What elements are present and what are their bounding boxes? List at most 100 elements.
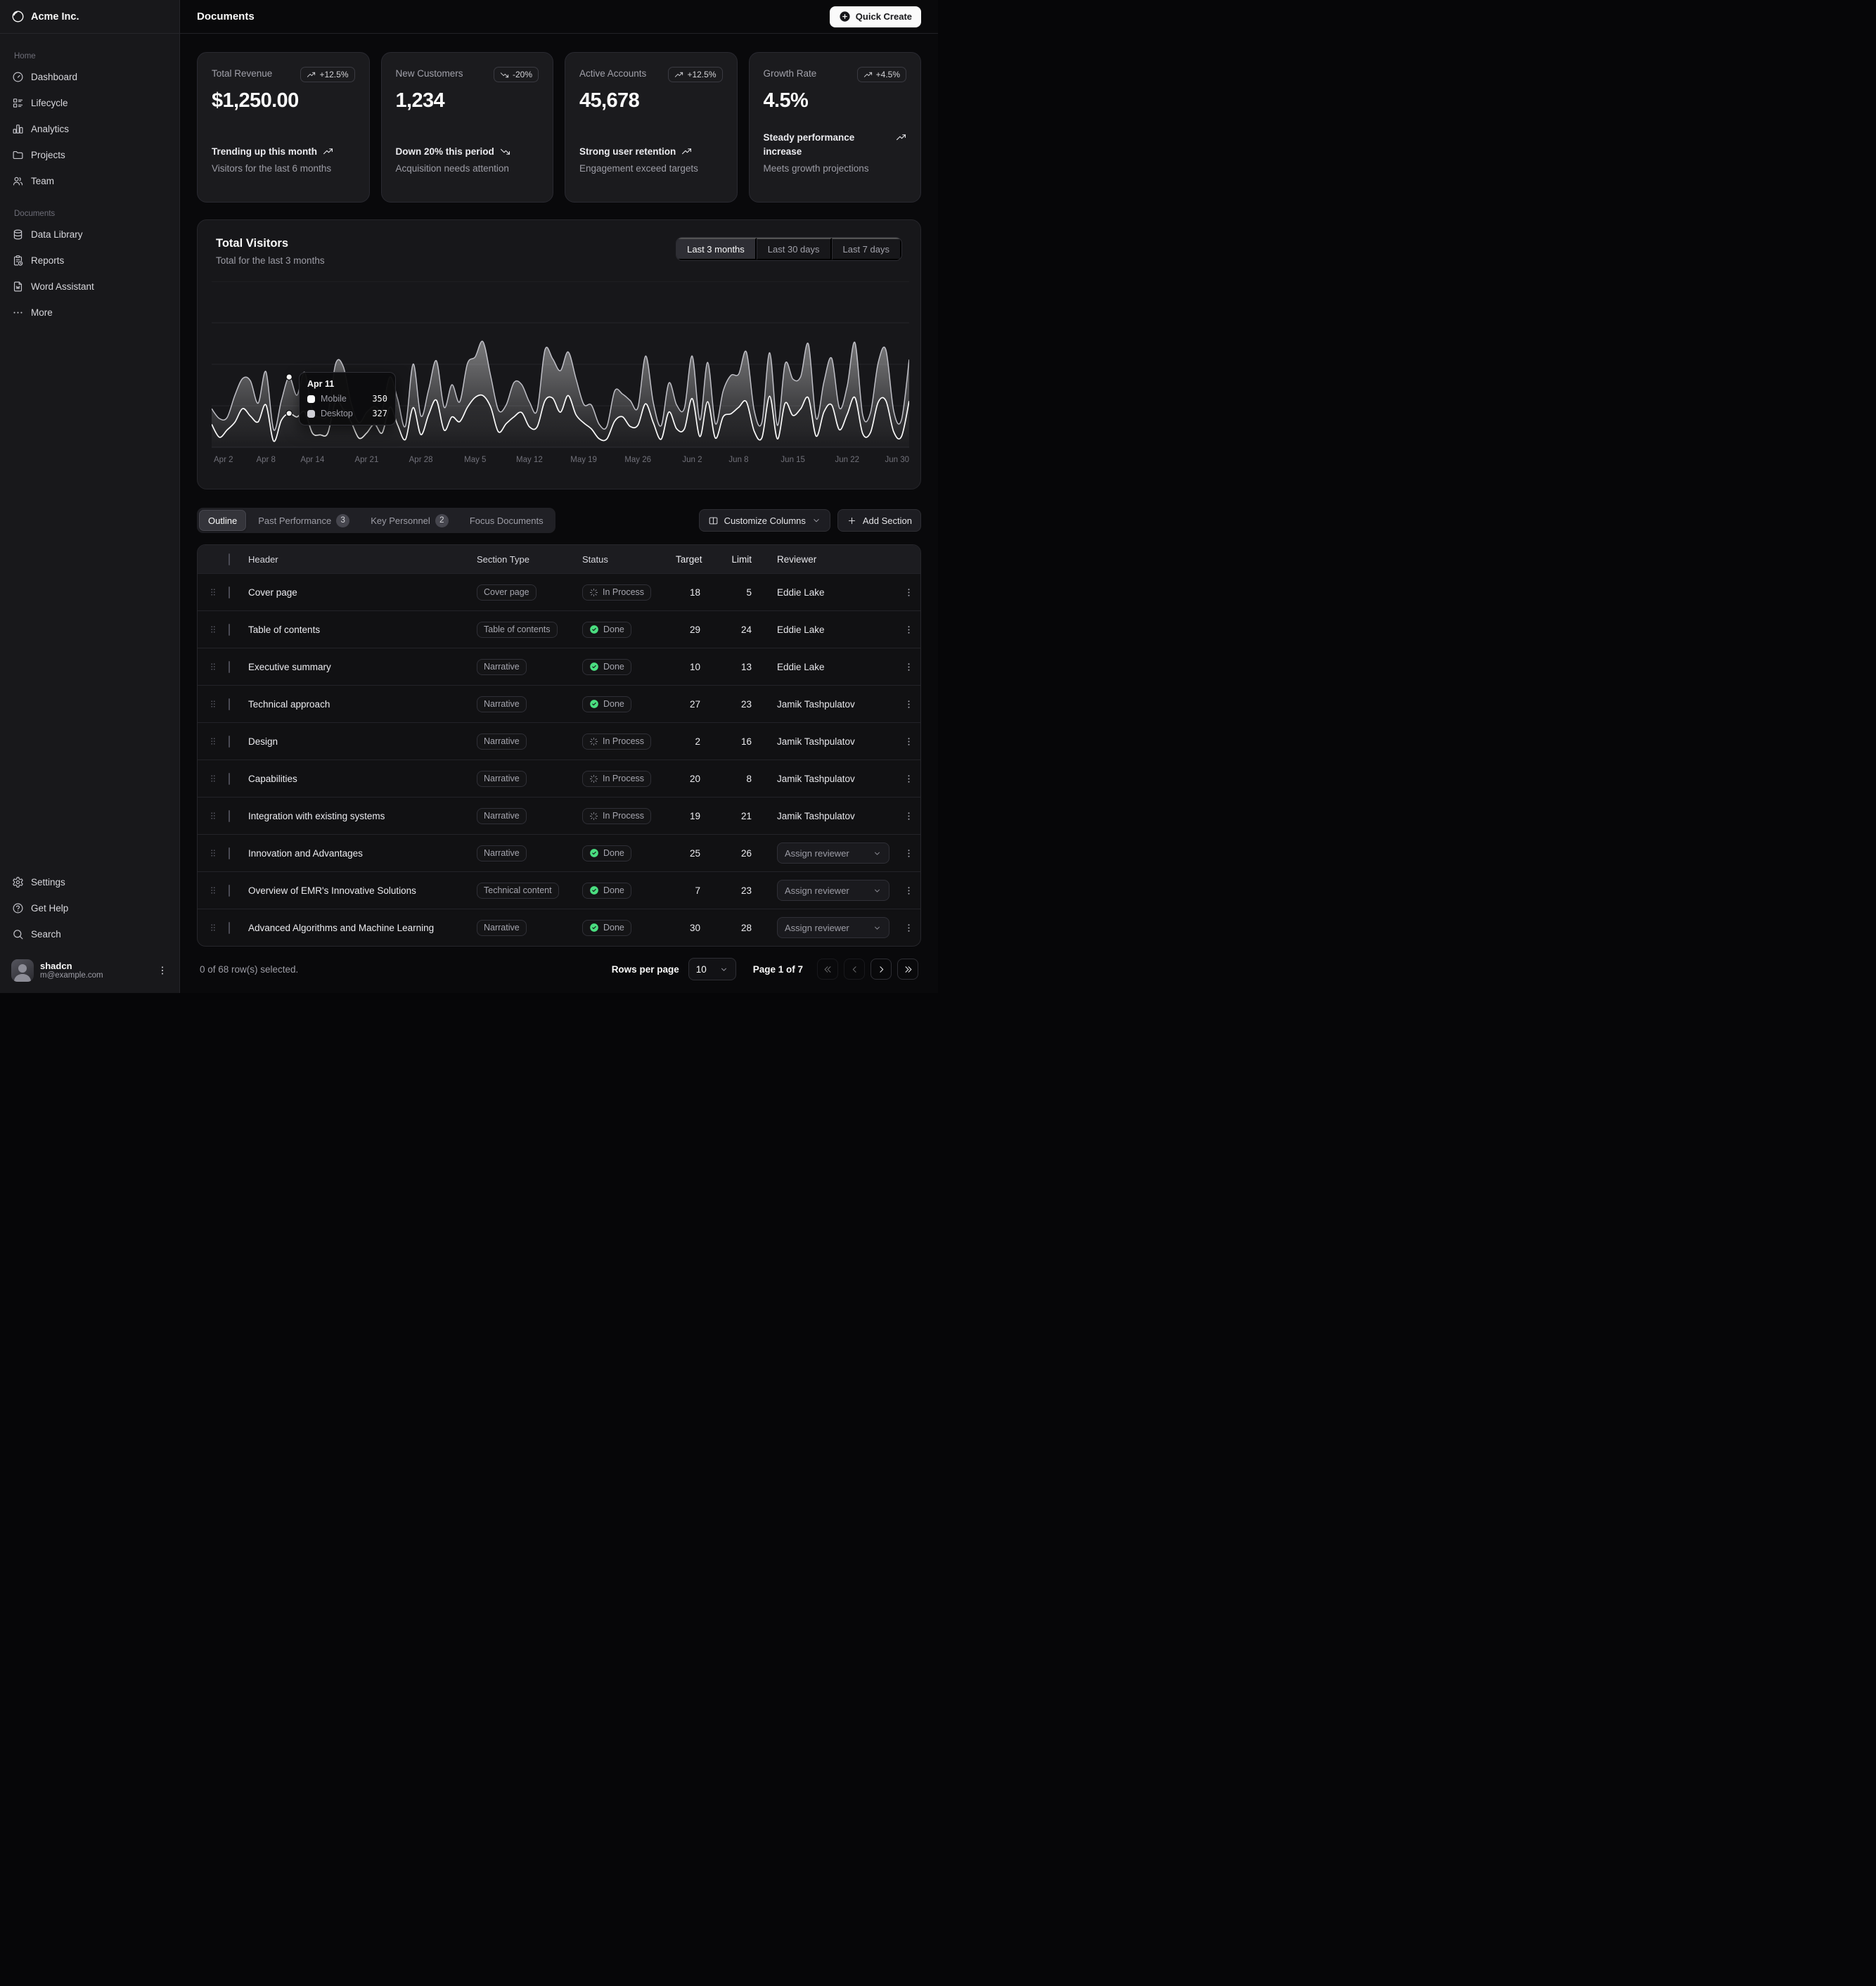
row-menu-button[interactable] (899, 881, 918, 899)
row-header-cell[interactable]: Technical approach (248, 699, 477, 710)
tab-focus-documents[interactable]: Focus Documents (461, 510, 553, 531)
row-checkbox[interactable] (229, 810, 230, 822)
sidebar-item-dashboard[interactable]: Dashboard (6, 65, 174, 89)
limit-cell[interactable]: 5 (700, 587, 752, 598)
row-menu-button[interactable] (899, 620, 918, 639)
limit-cell[interactable]: 16 (700, 736, 752, 747)
drag-handle-icon[interactable] (208, 587, 218, 597)
drag-handle-icon[interactable] (208, 699, 218, 709)
limit-cell[interactable]: 21 (700, 811, 752, 821)
row-menu-button[interactable] (899, 583, 918, 601)
row-header-cell[interactable]: Table of contents (248, 624, 477, 635)
sidebar-item-word-assistant[interactable]: Word Assistant (6, 274, 174, 298)
sidebar-item-lifecycle[interactable]: Lifecycle (6, 91, 174, 115)
target-cell[interactable]: 29 (676, 624, 700, 635)
drag-handle-icon[interactable] (208, 624, 218, 634)
sidebar-item-projects[interactable]: Projects (6, 143, 174, 167)
row-menu-button[interactable] (899, 695, 918, 713)
sidebar-item-settings[interactable]: Settings (6, 870, 174, 894)
limit-cell[interactable]: 28 (700, 923, 752, 933)
sidebar-item-reports[interactable]: Reports (6, 248, 174, 272)
row-header-cell[interactable]: Overview of EMR's Innovative Solutions (248, 885, 477, 896)
sidebar-item-team[interactable]: Team (6, 169, 174, 193)
chevron-right-icon (876, 964, 887, 975)
row-checkbox[interactable] (229, 847, 230, 859)
next-page-button[interactable] (870, 959, 892, 980)
drag-handle-icon[interactable] (208, 885, 218, 895)
x-axis-tick: Jun 30 (885, 456, 909, 464)
table-row: Executive summary Narrative Done 10 13 E… (198, 648, 920, 685)
range-tab-last-7-days[interactable]: Last 7 days (832, 238, 902, 260)
row-header-cell[interactable]: Advanced Algorithms and Machine Learning (248, 923, 477, 933)
assign-reviewer-select[interactable]: Assign reviewer (777, 880, 889, 901)
ellipsis-vertical-icon (904, 885, 914, 896)
quick-create-button[interactable]: Quick Create (830, 6, 921, 27)
target-cell[interactable]: 20 (676, 774, 700, 784)
target-cell[interactable]: 18 (676, 587, 700, 598)
sidebar-item-analytics[interactable]: Analytics (6, 117, 174, 141)
row-menu-button[interactable] (899, 658, 918, 676)
row-checkbox[interactable] (229, 885, 230, 897)
previous-page-button[interactable] (844, 959, 865, 980)
rows-per-page-select[interactable]: 10 (688, 958, 736, 980)
row-menu-button[interactable] (899, 918, 918, 937)
row-checkbox[interactable] (229, 773, 230, 785)
assign-reviewer-select[interactable]: Assign reviewer (777, 843, 889, 864)
sidebar-item-get-help[interactable]: Get Help (6, 896, 174, 920)
user-menu[interactable]: shadcn m@example.com (6, 955, 174, 986)
target-cell[interactable]: 27 (676, 699, 700, 710)
section-type-badge: Narrative (477, 659, 527, 675)
limit-cell[interactable]: 23 (700, 699, 752, 710)
select-all-checkbox[interactable] (229, 553, 230, 565)
range-tab-last-3-months[interactable]: Last 3 months (676, 238, 757, 260)
drag-handle-icon[interactable] (208, 662, 218, 672)
first-page-button[interactable] (817, 959, 838, 980)
customize-columns-button[interactable]: Customize Columns (699, 509, 830, 532)
limit-cell[interactable]: 26 (700, 848, 752, 859)
add-section-button[interactable]: Add Section (837, 509, 921, 532)
row-checkbox[interactable] (229, 736, 230, 748)
row-header-cell[interactable]: Integration with existing systems (248, 811, 477, 821)
limit-cell[interactable]: 13 (700, 662, 752, 672)
row-menu-button[interactable] (899, 844, 918, 862)
drag-handle-icon[interactable] (208, 848, 218, 858)
limit-cell[interactable]: 24 (700, 624, 752, 635)
assign-reviewer-select[interactable]: Assign reviewer (777, 917, 889, 938)
tab-outline[interactable]: Outline (199, 510, 246, 531)
row-checkbox[interactable] (229, 661, 230, 673)
row-header-cell[interactable]: Cover page (248, 587, 477, 598)
sidebar-item-search[interactable]: Search (6, 922, 174, 946)
target-cell[interactable]: 30 (676, 923, 700, 933)
sidebar-item-more[interactable]: More (6, 300, 174, 324)
target-cell[interactable]: 25 (676, 848, 700, 859)
table-header-row: Header Section Type Status Target Limit … (198, 545, 920, 573)
last-page-button[interactable] (897, 959, 918, 980)
tab-past-performance[interactable]: Past Performance 3 (249, 510, 359, 531)
row-menu-button[interactable] (899, 732, 918, 750)
row-header-cell[interactable]: Capabilities (248, 774, 477, 784)
range-tab-last-30-days[interactable]: Last 30 days (757, 238, 832, 260)
sidebar-item-data-library[interactable]: Data Library (6, 222, 174, 246)
row-menu-button[interactable] (899, 769, 918, 788)
drag-handle-icon[interactable] (208, 774, 218, 783)
target-cell[interactable]: 7 (676, 885, 700, 896)
target-cell[interactable]: 2 (676, 736, 700, 747)
row-header-cell[interactable]: Design (248, 736, 477, 747)
drag-handle-icon[interactable] (208, 923, 218, 933)
row-checkbox[interactable] (229, 922, 230, 934)
target-cell[interactable]: 10 (676, 662, 700, 672)
row-menu-button[interactable] (899, 807, 918, 825)
row-checkbox[interactable] (229, 624, 230, 636)
row-header-cell[interactable]: Innovation and Advantages (248, 848, 477, 859)
drag-handle-icon[interactable] (208, 811, 218, 821)
row-header-cell[interactable]: Executive summary (248, 662, 477, 672)
row-checkbox[interactable] (229, 698, 230, 710)
row-checkbox[interactable] (229, 587, 230, 598)
limit-cell[interactable]: 8 (700, 774, 752, 784)
limit-cell[interactable]: 23 (700, 885, 752, 896)
table-row: Advanced Algorithms and Machine Learning… (198, 909, 920, 946)
target-cell[interactable]: 19 (676, 811, 700, 821)
tab-key-personnel[interactable]: Key Personnel 2 (361, 510, 458, 531)
drag-handle-icon[interactable] (208, 736, 218, 746)
brand-button[interactable]: Acme Inc. (6, 6, 85, 27)
